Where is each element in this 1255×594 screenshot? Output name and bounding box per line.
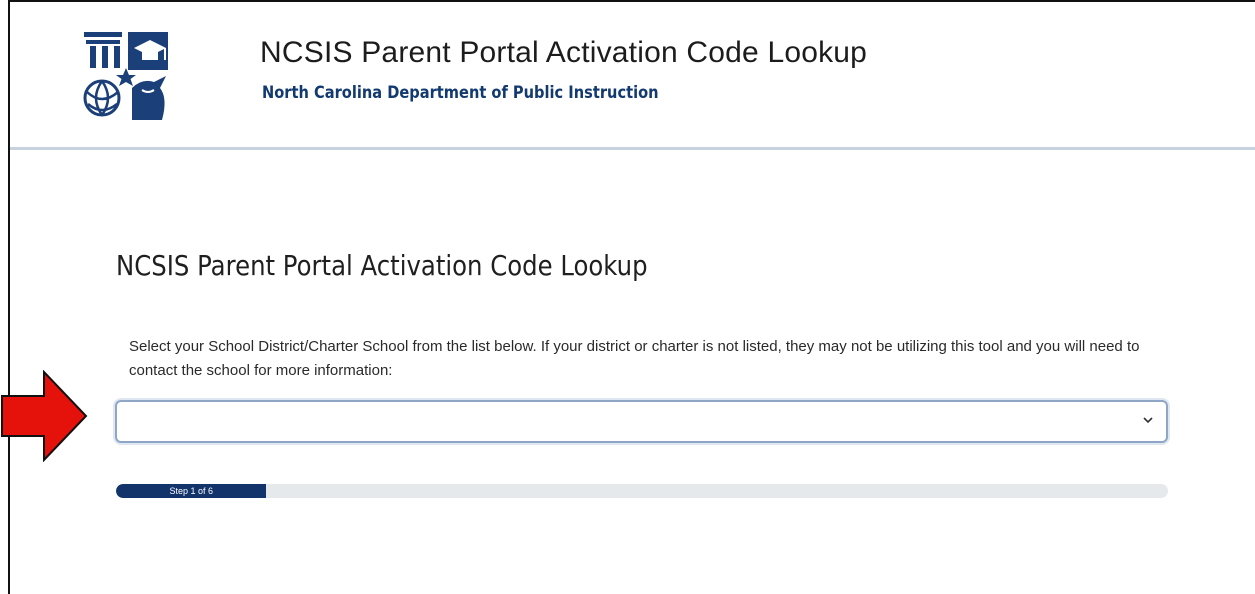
red-arrow-icon	[1, 370, 88, 462]
step-progress-bar: Step 1 of 6	[116, 484, 1168, 498]
site-title: NCSIS Parent Portal Activation Code Look…	[260, 36, 868, 69]
page-title: NCSIS Parent Portal Activation Code Look…	[116, 249, 648, 282]
district-select[interactable]	[115, 400, 1168, 443]
site-subtitle: North Carolina Department of Public Inst…	[262, 83, 659, 103]
ncdpi-logo-icon[interactable]	[82, 28, 170, 122]
page-frame: NCSIS Parent Portal Activation Code Look…	[8, 0, 1255, 594]
site-header: NCSIS Parent Portal Activation Code Look…	[10, 2, 1255, 150]
instructions-text: Select your School District/Charter Scho…	[129, 338, 1140, 379]
step-progress-fill: Step 1 of 6	[116, 484, 267, 498]
district-select-wrapper	[115, 400, 1168, 443]
